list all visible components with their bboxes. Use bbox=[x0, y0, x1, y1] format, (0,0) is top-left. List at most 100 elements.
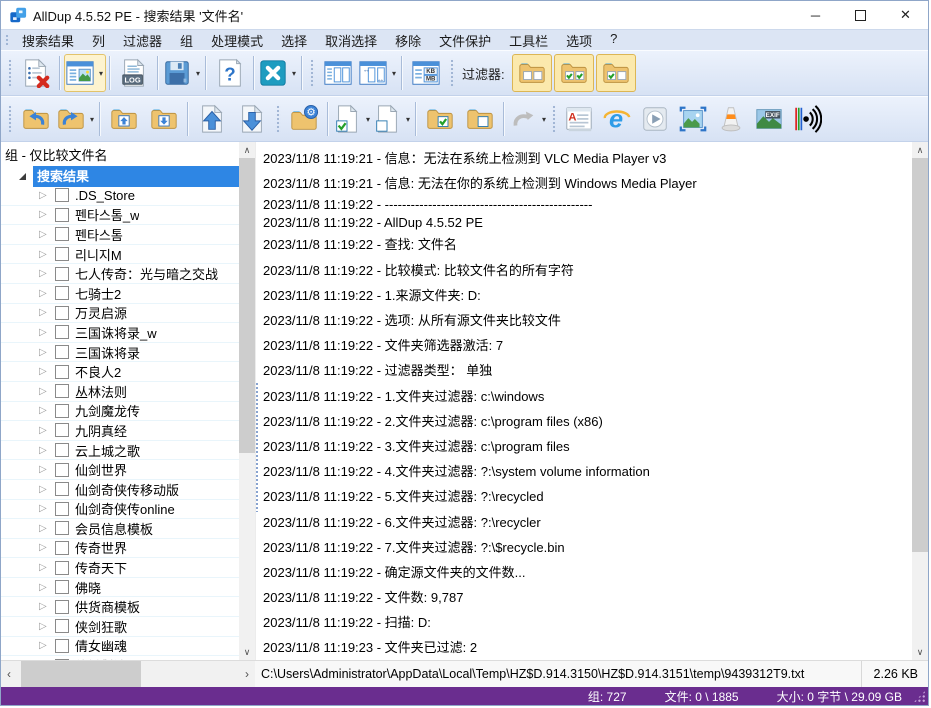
internet-explorer-button[interactable]: e bbox=[598, 100, 636, 138]
expand-arrow-icon[interactable]: ▷ bbox=[39, 307, 55, 318]
size-units-button[interactable]: KB MB bbox=[406, 54, 446, 92]
column-width-button[interactable]: ↔ ↔ ▾ bbox=[358, 54, 398, 92]
item-checkbox[interactable] bbox=[55, 365, 69, 379]
scrollbar-thumb[interactable] bbox=[912, 158, 928, 552]
resize-grip[interactable] bbox=[913, 690, 926, 703]
item-checkbox[interactable] bbox=[55, 306, 69, 320]
tree-item[interactable]: ▷七人传奇：光与暗之交战 bbox=[1, 264, 239, 284]
deselect-folder-button[interactable] bbox=[460, 100, 500, 138]
folder-settings-button[interactable]: ⚙ bbox=[284, 100, 324, 138]
expand-arrow-icon[interactable]: ▷ bbox=[39, 640, 55, 651]
menu-item-1[interactable]: 列 bbox=[83, 30, 114, 51]
expand-arrow-icon[interactable]: ▷ bbox=[39, 366, 55, 377]
item-checkbox[interactable] bbox=[55, 208, 69, 222]
item-checkbox[interactable] bbox=[55, 482, 69, 496]
dropdown-caret-icon[interactable]: ▾ bbox=[194, 69, 202, 78]
dropdown-caret-icon[interactable]: ▾ bbox=[364, 115, 372, 124]
tree-item[interactable]: ▷三国诛将录 bbox=[1, 343, 239, 363]
dropdown-caret-icon[interactable]: ▾ bbox=[97, 69, 105, 78]
expand-arrow-icon[interactable]: ▷ bbox=[39, 503, 55, 514]
menu-item-2[interactable]: 过滤器 bbox=[114, 30, 171, 51]
tree-item[interactable]: ▷傳說對決_w bbox=[1, 656, 239, 660]
splitter-handle[interactable] bbox=[255, 382, 259, 512]
tree-horizontal-scrollbar[interactable]: ‹ › bbox=[1, 661, 255, 687]
toolbar-grip[interactable] bbox=[4, 33, 10, 47]
expand-arrow-icon[interactable]: ▷ bbox=[39, 288, 55, 299]
scroll-up-icon[interactable]: ∧ bbox=[912, 142, 928, 158]
tree-item[interactable]: ▷万灵启源 bbox=[1, 304, 239, 324]
log-button[interactable]: LOG bbox=[114, 54, 154, 92]
item-checkbox[interactable] bbox=[55, 404, 69, 418]
item-checkbox[interactable] bbox=[55, 502, 69, 516]
expand-arrow-icon[interactable]: ▷ bbox=[39, 582, 55, 593]
menu-item-0[interactable]: 搜索结果 bbox=[13, 30, 83, 51]
folder-move-up-button[interactable] bbox=[104, 100, 144, 138]
tree-item[interactable]: ▷仙剑奇侠传online bbox=[1, 500, 239, 520]
filter-one-button[interactable] bbox=[596, 54, 636, 92]
maximize-button[interactable] bbox=[838, 1, 883, 29]
expand-arrow-icon[interactable]: ▷ bbox=[39, 327, 55, 338]
filter-none-button[interactable] bbox=[512, 54, 552, 92]
dropdown-caret-icon[interactable]: ▾ bbox=[404, 115, 412, 124]
scroll-down-icon[interactable]: ∨ bbox=[239, 644, 255, 660]
tree-item[interactable]: ▷.DS_Store bbox=[1, 186, 239, 206]
close-button[interactable]: ✕ bbox=[883, 1, 928, 29]
item-checkbox[interactable] bbox=[55, 600, 69, 614]
menu-item-5[interactable]: 选择 bbox=[272, 30, 316, 51]
dropdown-caret-icon[interactable]: ▾ bbox=[290, 69, 298, 78]
item-checkbox[interactable] bbox=[55, 659, 69, 660]
file-move-down-button[interactable] bbox=[232, 100, 272, 138]
tree-item[interactable]: ▷侠剑狂歌 bbox=[1, 617, 239, 637]
collapse-arrow-icon[interactable] bbox=[19, 173, 26, 180]
menu-item-8[interactable]: 文件保护 bbox=[430, 30, 500, 51]
expand-arrow-icon[interactable]: ▷ bbox=[39, 464, 55, 475]
tree-item[interactable]: ▷仙剑奇侠传移动版 bbox=[1, 480, 239, 500]
help-button[interactable]: ? bbox=[210, 54, 250, 92]
item-checkbox[interactable] bbox=[55, 541, 69, 555]
expand-arrow-icon[interactable]: ▷ bbox=[39, 425, 55, 436]
toolbar-grip[interactable] bbox=[551, 104, 557, 135]
item-checkbox[interactable] bbox=[55, 580, 69, 594]
close-search-results-button[interactable] bbox=[16, 54, 56, 92]
expand-arrow-icon[interactable]: ▷ bbox=[39, 601, 55, 612]
expand-arrow-icon[interactable]: ▷ bbox=[39, 405, 55, 416]
folder-move-down-button[interactable] bbox=[144, 100, 184, 138]
item-checkbox[interactable] bbox=[55, 267, 69, 281]
dropdown-caret-icon[interactable]: ▾ bbox=[390, 69, 398, 78]
tree-item[interactable]: ▷供货商模板 bbox=[1, 597, 239, 617]
deselect-file-button[interactable]: ▾ bbox=[372, 100, 412, 138]
tree-root-row[interactable]: 搜索结果 bbox=[1, 166, 239, 186]
vlc-player-button[interactable] bbox=[712, 100, 750, 138]
audio-player-button[interactable] bbox=[788, 100, 826, 138]
item-checkbox[interactable] bbox=[55, 384, 69, 398]
expand-arrow-icon[interactable]: ▷ bbox=[39, 445, 55, 456]
menu-item-9[interactable]: 工具栏 bbox=[500, 30, 557, 51]
toolbar-grip[interactable] bbox=[7, 58, 13, 89]
tree-item[interactable]: ▷三国诛将录_w bbox=[1, 323, 239, 343]
select-file-button[interactable]: ▾ bbox=[332, 100, 372, 138]
folder-forward-button[interactable]: ▾ bbox=[56, 100, 96, 138]
tree-item[interactable]: ▷九阴真经 bbox=[1, 421, 239, 441]
preview-layout-button[interactable]: ▾ bbox=[64, 54, 106, 92]
menu-item-3[interactable]: 组 bbox=[171, 30, 202, 51]
scroll-down-icon[interactable]: ∨ bbox=[912, 644, 928, 660]
item-checkbox[interactable] bbox=[55, 639, 69, 653]
item-checkbox[interactable] bbox=[55, 561, 69, 575]
expand-arrow-icon[interactable]: ▷ bbox=[39, 229, 55, 240]
menu-item-6[interactable]: 取消选择 bbox=[316, 30, 386, 51]
tree-item[interactable]: ▷倩女幽魂 bbox=[1, 637, 239, 657]
tree-item[interactable]: ▷펜타스톰_w bbox=[1, 206, 239, 226]
dropdown-caret-icon[interactable]: ▾ bbox=[88, 115, 96, 124]
toolbar-grip[interactable] bbox=[275, 104, 281, 135]
expand-arrow-icon[interactable]: ▷ bbox=[39, 523, 55, 534]
undo-button[interactable]: ▾ bbox=[508, 100, 548, 138]
tree-item[interactable]: ▷传奇天下 bbox=[1, 558, 239, 578]
tree-item[interactable]: ▷九剑魔龙传 bbox=[1, 402, 239, 422]
scrollbar-thumb[interactable] bbox=[239, 158, 255, 453]
toolbar-grip[interactable] bbox=[449, 58, 455, 89]
toolbar-grip[interactable] bbox=[309, 58, 315, 89]
item-checkbox[interactable] bbox=[55, 619, 69, 633]
file-move-up-button[interactable] bbox=[192, 100, 232, 138]
tree-item[interactable]: ▷会员信息模板 bbox=[1, 519, 239, 539]
text-viewer-button[interactable]: A bbox=[560, 100, 598, 138]
